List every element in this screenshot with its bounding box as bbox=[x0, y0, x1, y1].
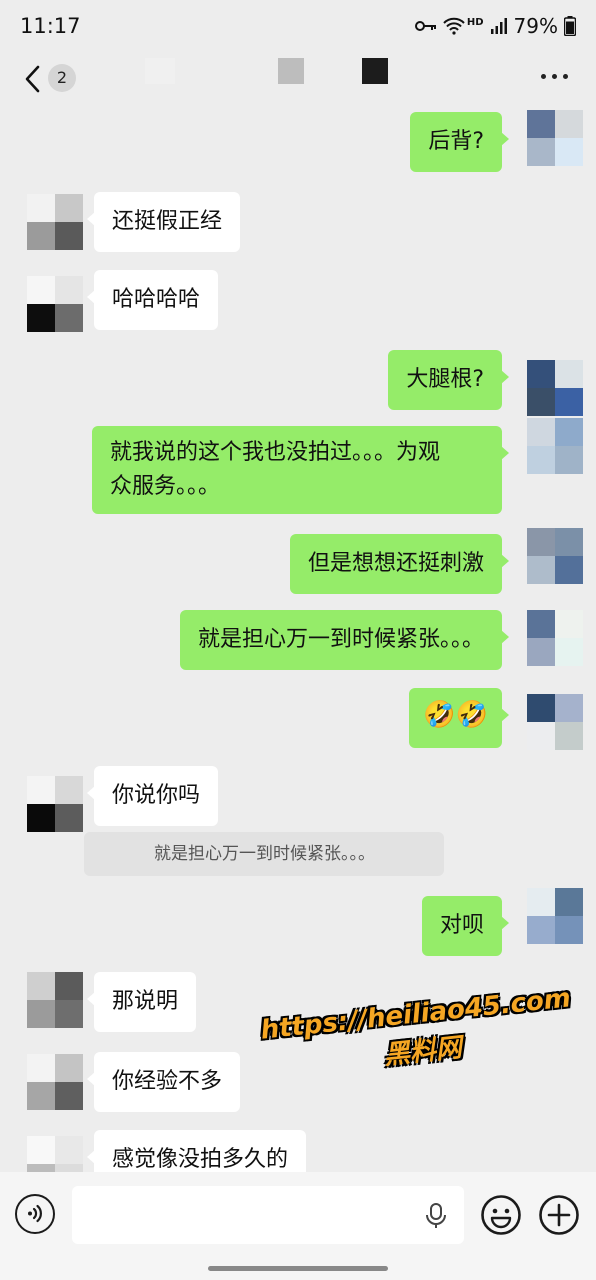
message-incoming: 还挺假正经 bbox=[0, 192, 596, 252]
battery-icon bbox=[564, 16, 576, 36]
avatar[interactable] bbox=[527, 610, 583, 666]
message-bubble[interactable]: 就是担心万一到时候紧张。。。 bbox=[179, 610, 510, 670]
emoji-icon[interactable] bbox=[480, 1194, 522, 1236]
message-outgoing: 🤣🤣 bbox=[0, 688, 596, 750]
input-bar bbox=[0, 1172, 596, 1280]
message-bubble[interactable]: 就我说的这个我也没拍过。。。为观 众服务。。。 bbox=[92, 426, 509, 514]
chat-header: 2 bbox=[0, 52, 596, 110]
message-bubble[interactable]: 后背? bbox=[410, 112, 509, 172]
avatar[interactable] bbox=[27, 194, 83, 250]
avatar[interactable] bbox=[27, 276, 83, 332]
message-line: 众服务。。。 bbox=[110, 474, 221, 499]
message-outgoing: 大腿根? bbox=[0, 348, 596, 416]
message-outgoing: 但是想想还挺刺激 bbox=[0, 528, 596, 594]
message-bubble[interactable]: 还挺假正经 bbox=[86, 192, 241, 252]
avatar[interactable] bbox=[527, 110, 583, 166]
contact-name-redacted bbox=[362, 58, 388, 84]
unread-count-badge: 2 bbox=[48, 64, 76, 92]
message-line: 就我说的这个我也没拍过。。。为观 bbox=[110, 440, 441, 465]
battery-percent: 79% bbox=[513, 14, 558, 38]
message-incoming: 感觉像没拍多久的 bbox=[0, 1130, 596, 1172]
avatar[interactable] bbox=[27, 1054, 83, 1110]
contact-name-redacted bbox=[278, 58, 304, 84]
message-bubble[interactable]: 你经验不多 bbox=[86, 1052, 241, 1112]
status-bar: 11:17 HD 79% bbox=[0, 0, 596, 52]
mic-icon[interactable] bbox=[424, 1202, 448, 1230]
message-outgoing: 就我说的这个我也没拍过。。。为观 众服务。。。 bbox=[0, 418, 596, 514]
status-icons: HD 79% bbox=[414, 14, 576, 38]
home-indicator[interactable] bbox=[208, 1266, 388, 1271]
message-incoming: 哈哈哈哈 bbox=[0, 270, 596, 332]
avatar[interactable] bbox=[27, 776, 83, 832]
contact-name-redacted bbox=[145, 58, 175, 84]
message-bubble[interactable]: 对呗 bbox=[421, 896, 510, 956]
avatar[interactable] bbox=[527, 360, 583, 416]
avatar[interactable] bbox=[27, 972, 83, 1028]
message-bubble[interactable]: 🤣🤣 bbox=[409, 688, 509, 748]
plus-icon[interactable] bbox=[538, 1194, 580, 1236]
message-bubble[interactable]: 感觉像没拍多久的 bbox=[86, 1130, 307, 1172]
message-bubble[interactable]: 但是想想还挺刺激 bbox=[289, 534, 510, 594]
more-icon[interactable] bbox=[541, 74, 568, 79]
message-bubble[interactable]: 哈哈哈哈 bbox=[86, 270, 219, 330]
message-incoming: 你说你吗 bbox=[0, 766, 596, 832]
avatar[interactable] bbox=[527, 418, 583, 474]
wifi-icon bbox=[443, 17, 465, 35]
signal-icon bbox=[490, 18, 507, 34]
message-input[interactable] bbox=[72, 1186, 464, 1244]
message-bubble[interactable]: 大腿根? bbox=[388, 350, 509, 410]
message-outgoing: 对呗 bbox=[0, 888, 596, 956]
voice-icon[interactable] bbox=[15, 1194, 55, 1234]
avatar[interactable] bbox=[527, 528, 583, 584]
key-icon bbox=[414, 21, 436, 31]
message-bubble[interactable]: 那说明 bbox=[86, 972, 197, 1032]
quoted-message[interactable]: 就是担心万一到时候紧张。。。 bbox=[84, 832, 444, 876]
avatar[interactable] bbox=[527, 694, 583, 750]
back-icon[interactable] bbox=[22, 64, 44, 94]
status-time: 11:17 bbox=[20, 14, 81, 38]
message-bubble[interactable]: 你说你吗 bbox=[86, 766, 219, 826]
message-outgoing: 就是担心万一到时候紧张。。。 bbox=[0, 610, 596, 670]
avatar[interactable] bbox=[527, 888, 583, 944]
avatar[interactable] bbox=[27, 1136, 83, 1172]
network-type: HD bbox=[466, 16, 484, 28]
message-outgoing: 后背? bbox=[0, 110, 596, 172]
